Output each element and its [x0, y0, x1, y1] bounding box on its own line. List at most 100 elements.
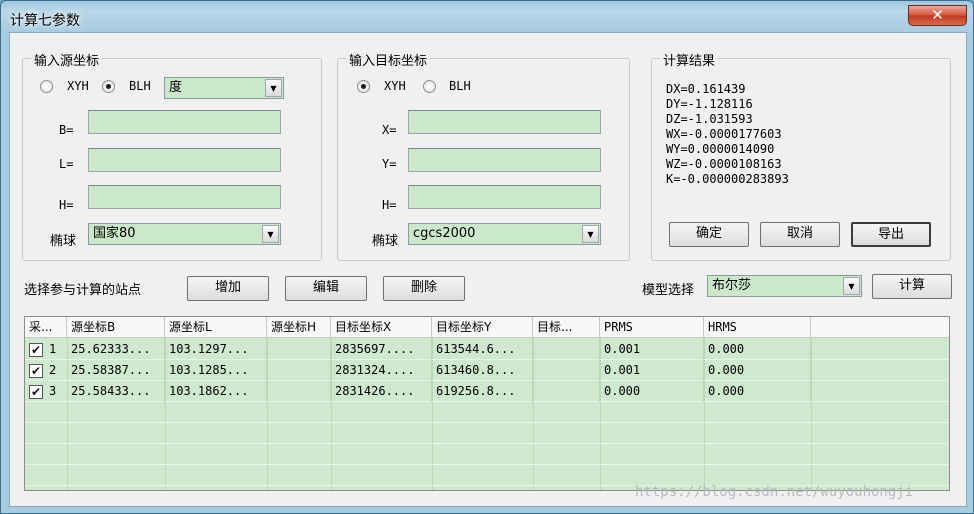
source-radio-blh-label: BLH	[129, 79, 151, 93]
target-ellipsoid-label: 椭球	[372, 234, 399, 249]
results-group: 计算结果 DX=0.161439 DY=-1.128116 DZ=-1.0315…	[651, 50, 951, 261]
target-y-input[interactable]	[408, 148, 601, 172]
row-checkbox[interactable]: ✔	[29, 343, 43, 357]
col-header-tgt-y[interactable]: 目标坐标Y	[432, 317, 533, 338]
col-header-select[interactable]: 采...	[25, 317, 67, 338]
cell-tgt-y: 613460.8...	[432, 360, 533, 381]
row-index: 2	[49, 363, 57, 377]
result-dz: DZ=-1.031593	[666, 112, 753, 126]
cell-hrms: 0.000	[704, 381, 811, 402]
source-radio-xyh-label: XYH	[67, 79, 89, 93]
cell-tgt-y: 619256.8...	[432, 381, 533, 402]
source-unit-value: 度	[169, 80, 183, 95]
cell-tgt-x: 2831426....	[331, 381, 432, 402]
source-coords-legend: 输入源坐标	[31, 50, 103, 69]
window-title: 计算七参数	[10, 13, 80, 29]
watermark-text: https://blog.csdn.net/wuyouhongji	[635, 484, 914, 500]
col-header-prms[interactable]: PRMS	[600, 317, 704, 338]
cell-prms: 0.001	[600, 360, 704, 381]
source-ellipsoid-select[interactable]: 国家80 ▼	[88, 223, 281, 245]
target-radio-blh[interactable]	[423, 80, 436, 93]
target-coords-group: 输入目标坐标 XYH BLH X= Y= H= 椭球 cgcs2000 ▼	[337, 50, 630, 261]
result-dy: DY=-1.128116	[666, 97, 753, 111]
target-h-label: H=	[382, 198, 397, 212]
result-dx: DX=0.161439	[666, 82, 746, 96]
dialog-window: 计算七参数 ✕ 输入源坐标 XYH BLH 度 ▼ B= L= H= 椭球 国家…	[0, 0, 974, 514]
compute-button[interactable]: 计算	[872, 274, 952, 299]
cell-prms: 0.000	[600, 381, 704, 402]
cell-prms: 0.001	[600, 339, 704, 360]
target-ellipsoid-value: cgcs2000	[413, 226, 476, 241]
cell-tgt-h	[533, 381, 600, 402]
cell-src-b: 25.62333...	[67, 339, 165, 360]
target-radio-xyh-label: XYH	[384, 79, 406, 93]
col-header-src-l[interactable]: 源坐标L	[165, 317, 267, 338]
table-row-empty	[25, 402, 949, 423]
cell-src-h	[267, 381, 331, 402]
source-h-input[interactable]	[88, 185, 281, 209]
cell-tgt-h	[533, 339, 600, 360]
row-checkbox[interactable]: ✔	[29, 364, 43, 378]
close-button[interactable]: ✕	[908, 5, 967, 26]
cell-hrms: 0.000	[704, 339, 811, 360]
model-select[interactable]: 布尔莎 ▼	[707, 275, 862, 297]
cell-src-h	[267, 360, 331, 381]
source-ellipsoid-value: 国家80	[93, 226, 136, 241]
source-h-label: H=	[59, 198, 74, 212]
edit-button[interactable]: 编辑	[285, 276, 367, 301]
source-unit-select[interactable]: 度 ▼	[164, 77, 284, 99]
source-l-label: L=	[59, 157, 74, 171]
delete-button[interactable]: 删除	[383, 276, 465, 301]
result-k: K=-0.000000283893	[666, 172, 789, 186]
chevron-down-icon[interactable]: ▼	[582, 225, 599, 243]
target-radio-blh-label: BLH	[449, 79, 471, 93]
target-ellipsoid-select[interactable]: cgcs2000 ▼	[408, 223, 601, 245]
chevron-down-icon[interactable]: ▼	[262, 225, 279, 243]
target-y-label: Y=	[382, 157, 397, 171]
target-x-input[interactable]	[408, 110, 601, 134]
table-row-empty	[25, 423, 949, 444]
cell-src-b: 25.58433...	[67, 381, 165, 402]
cancel-button[interactable]: 取消	[760, 222, 840, 247]
stations-grid[interactable]: 采... 源坐标B 源坐标L 源坐标H 目标坐标X 目标坐标Y 目标... PR…	[24, 316, 950, 491]
cell-hrms: 0.000	[704, 360, 811, 381]
cell-src-l: 103.1862...	[165, 381, 267, 402]
source-b-input[interactable]	[88, 110, 281, 134]
model-select-value: 布尔莎	[712, 278, 752, 293]
stations-label: 选择参与计算的站点	[24, 283, 142, 298]
chevron-down-icon[interactable]: ▼	[265, 79, 282, 97]
col-header-src-h[interactable]: 源坐标H	[267, 317, 331, 338]
row-index: 3	[49, 384, 57, 398]
row-checkbox[interactable]: ✔	[29, 385, 43, 399]
model-select-label: 模型选择	[642, 283, 695, 298]
col-header-hrms[interactable]: HRMS	[704, 317, 811, 338]
result-wx: WX=-0.0000177603	[666, 127, 782, 141]
target-h-input[interactable]	[408, 185, 601, 209]
source-l-input[interactable]	[88, 148, 281, 172]
source-radio-xyh[interactable]	[40, 80, 53, 93]
source-radio-blh[interactable]	[102, 80, 115, 93]
row-index: 1	[49, 342, 57, 356]
table-row[interactable]: ✔ 3 25.58433... 103.1862... 2831426.... …	[25, 381, 949, 402]
export-button[interactable]: 导出	[851, 222, 931, 247]
table-row[interactable]: ✔ 1 25.62333... 103.1297... 2835697.... …	[25, 339, 949, 360]
target-x-label: X=	[382, 123, 397, 137]
source-ellipsoid-label: 椭球	[50, 234, 77, 249]
target-coords-legend: 输入目标坐标	[346, 50, 431, 69]
col-header-src-b[interactable]: 源坐标B	[67, 317, 165, 338]
cell-src-l: 103.1297...	[165, 339, 267, 360]
col-header-tgt-x[interactable]: 目标坐标X	[331, 317, 432, 338]
dialog-client-area: 输入源坐标 XYH BLH 度 ▼ B= L= H= 椭球 国家80 ▼ 输入目…	[9, 32, 967, 507]
chevron-down-icon[interactable]: ▼	[843, 277, 860, 295]
result-wz: WZ=-0.0000108163	[666, 157, 782, 171]
target-radio-xyh[interactable]	[357, 80, 370, 93]
cell-tgt-y: 613544.6...	[432, 339, 533, 360]
table-row[interactable]: ✔ 2 25.58387... 103.1285... 2831324.... …	[25, 360, 949, 381]
result-wy: WY=0.0000014090	[666, 142, 775, 156]
source-b-label: B=	[59, 123, 74, 137]
ok-button[interactable]: 确定	[669, 222, 749, 247]
col-header-tgt-h[interactable]: 目标...	[533, 317, 600, 338]
results-text: DX=0.161439 DY=-1.128116 DZ=-1.031593 WX…	[666, 82, 789, 187]
add-button[interactable]: 增加	[187, 276, 269, 301]
cell-tgt-h	[533, 360, 600, 381]
